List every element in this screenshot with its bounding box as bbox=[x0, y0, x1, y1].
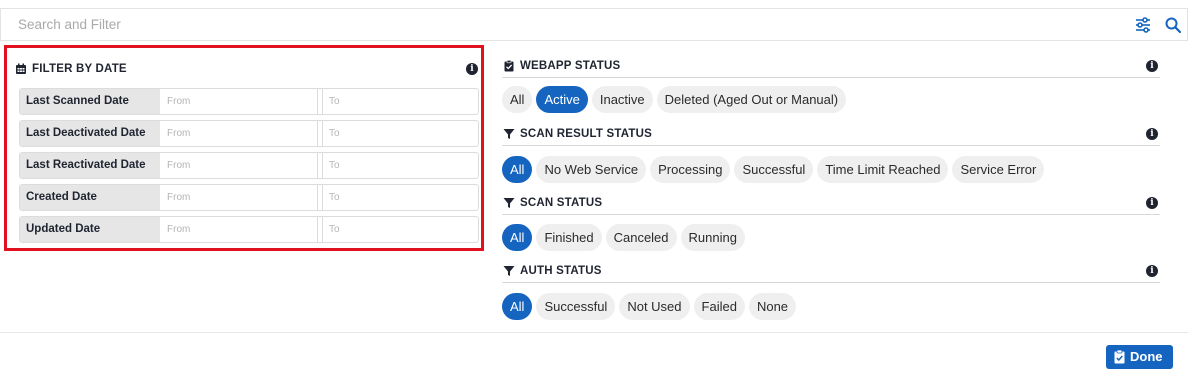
chip-not-used[interactable]: Not Used bbox=[619, 293, 690, 320]
section-header: SCAN STATUS i bbox=[502, 193, 1160, 215]
chip-running[interactable]: Running bbox=[680, 224, 745, 251]
from-date-input[interactable]: From bbox=[160, 217, 318, 242]
done-label: Done bbox=[1130, 349, 1163, 364]
date-row-last-scanned: Last Scanned Date From To bbox=[19, 88, 479, 115]
chip-all[interactable]: All bbox=[502, 224, 533, 251]
chip-all[interactable]: All bbox=[502, 156, 533, 183]
scan-status-title: SCAN STATUS bbox=[520, 197, 603, 209]
info-icon[interactable]: i bbox=[466, 63, 478, 75]
chip-service-error[interactable]: Service Error bbox=[952, 156, 1045, 183]
scan-result-status-chips: All No Web Service Processing Successful… bbox=[502, 156, 1045, 183]
info-icon[interactable]: i bbox=[1146, 60, 1158, 72]
calendar-icon bbox=[16, 63, 26, 74]
to-date-input[interactable]: To bbox=[322, 89, 478, 114]
chip-deleted[interactable]: Deleted (Aged Out or Manual) bbox=[656, 86, 847, 113]
webapp-status-chips: All Active Inactive Deleted (Aged Out or… bbox=[502, 86, 847, 113]
chip-time-limit-reached[interactable]: Time Limit Reached bbox=[817, 156, 949, 183]
chip-no-web-service[interactable]: No Web Service bbox=[536, 156, 647, 183]
info-icon[interactable]: i bbox=[1146, 197, 1158, 209]
to-date-input[interactable]: To bbox=[322, 185, 478, 210]
to-date-input[interactable]: To bbox=[322, 217, 478, 242]
clipboard-check-icon bbox=[1114, 350, 1125, 364]
chip-all[interactable]: All bbox=[502, 86, 533, 113]
webapp-status-section: WEBAPP STATUS i All Active Inactive Dele… bbox=[502, 56, 1160, 118]
section-header: WEBAPP STATUS i bbox=[502, 56, 1160, 78]
search-bar[interactable]: Search and Filter bbox=[0, 8, 1188, 41]
scan-result-status-section: SCAN RESULT STATUS i All No Web Service … bbox=[502, 124, 1160, 186]
chip-all[interactable]: All bbox=[502, 293, 533, 320]
from-date-input[interactable]: From bbox=[160, 121, 318, 146]
date-row-label: Last Reactivated Date bbox=[20, 153, 160, 178]
chip-canceled[interactable]: Canceled bbox=[605, 224, 677, 251]
scan-status-chips: All Finished Canceled Running bbox=[502, 224, 745, 251]
from-date-input[interactable]: From bbox=[160, 89, 318, 114]
done-button[interactable]: Done bbox=[1106, 345, 1173, 369]
search-icon[interactable] bbox=[1164, 16, 1182, 34]
date-row-last-deactivated: Last Deactivated Date From To bbox=[19, 120, 479, 147]
section-header: AUTH STATUS i bbox=[502, 261, 1160, 283]
auth-status-section: AUTH STATUS i All Successful Not Used Fa… bbox=[502, 261, 1160, 323]
filter-by-date-panel: FILTER BY DATE i Last Scanned Date From … bbox=[4, 45, 484, 251]
filter-funnel-icon bbox=[503, 198, 515, 208]
date-row-created: Created Date From To bbox=[19, 184, 479, 211]
filter-funnel-icon bbox=[503, 129, 515, 139]
chip-none[interactable]: None bbox=[748, 293, 797, 320]
date-row-updated: Updated Date From To bbox=[19, 216, 479, 243]
chip-inactive[interactable]: Inactive bbox=[591, 86, 653, 113]
filter-funnel-icon bbox=[503, 266, 515, 276]
chip-successful[interactable]: Successful bbox=[734, 156, 814, 183]
from-date-input[interactable]: From bbox=[160, 185, 318, 210]
chip-processing[interactable]: Processing bbox=[650, 156, 731, 183]
chip-active[interactable]: Active bbox=[536, 86, 588, 113]
date-row-label: Updated Date bbox=[20, 217, 160, 242]
to-date-input[interactable]: To bbox=[322, 121, 478, 146]
chip-finished[interactable]: Finished bbox=[536, 224, 602, 251]
date-row-last-reactivated: Last Reactivated Date From To bbox=[19, 152, 479, 179]
date-row-label: Last Scanned Date bbox=[20, 89, 160, 114]
date-row-label: Last Deactivated Date bbox=[20, 121, 160, 146]
from-date-input[interactable]: From bbox=[160, 153, 318, 178]
scan-status-section: SCAN STATUS i All Finished Canceled Runn… bbox=[502, 193, 1160, 255]
chip-successful[interactable]: Successful bbox=[536, 293, 616, 320]
auth-status-chips: All Successful Not Used Failed None bbox=[502, 293, 797, 320]
filter-by-date-title: FILTER BY DATE bbox=[32, 63, 127, 75]
section-header: SCAN RESULT STATUS i bbox=[502, 124, 1160, 146]
clipboard-check-icon bbox=[504, 60, 514, 72]
webapp-status-title: WEBAPP STATUS bbox=[520, 60, 621, 72]
info-icon[interactable]: i bbox=[1146, 265, 1158, 277]
to-date-input[interactable]: To bbox=[322, 153, 478, 178]
footer-divider bbox=[0, 332, 1188, 333]
date-row-label: Created Date bbox=[20, 185, 160, 210]
scan-result-status-title: SCAN RESULT STATUS bbox=[520, 128, 653, 140]
auth-status-title: AUTH STATUS bbox=[520, 265, 602, 277]
info-icon[interactable]: i bbox=[1146, 128, 1158, 140]
search-input[interactable]: Search and Filter bbox=[18, 17, 121, 32]
filter-settings-icon[interactable] bbox=[1134, 16, 1152, 34]
chip-failed[interactable]: Failed bbox=[693, 293, 745, 320]
